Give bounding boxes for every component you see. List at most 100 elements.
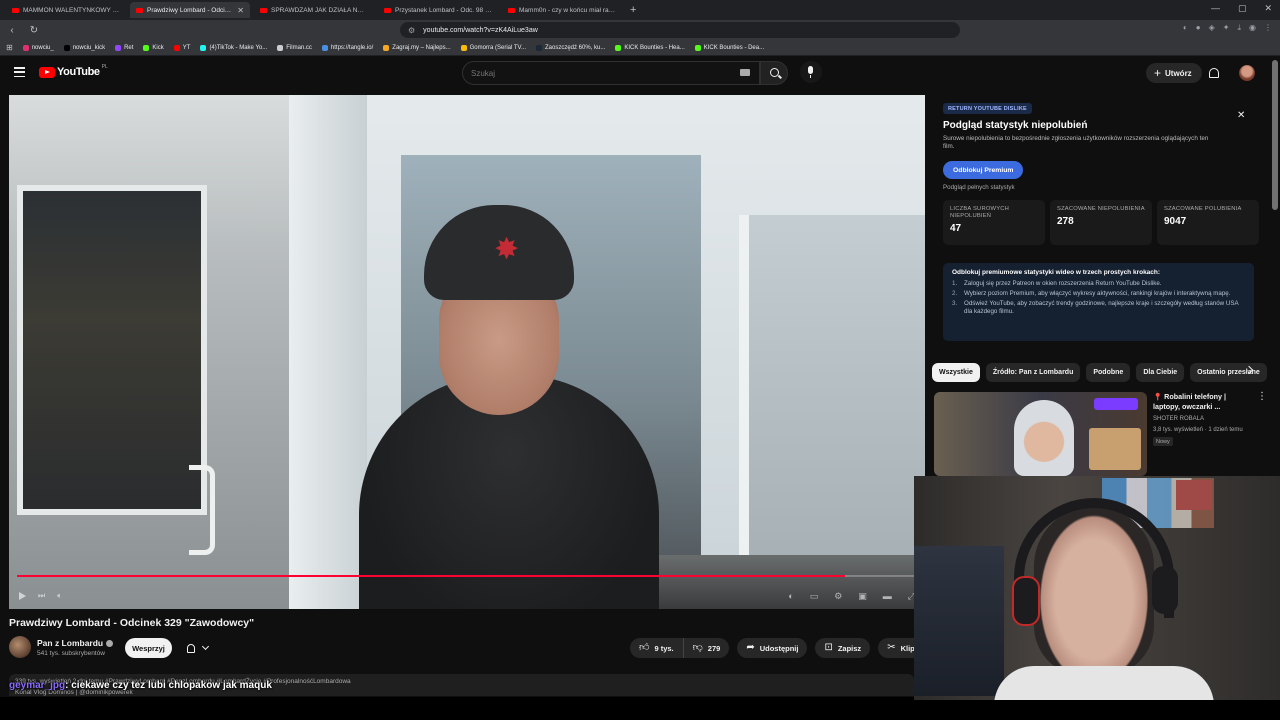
bookmark-item[interactable]: Gomorra (Serial TV...: [460, 44, 526, 51]
bookmark-item[interactable]: YT: [173, 44, 190, 51]
close-window-icon[interactable]: ✕: [1264, 3, 1272, 14]
bookmark-item[interactable]: Ret: [115, 44, 133, 51]
bookmark-item[interactable]: KICK Bounties - Dea...: [694, 44, 764, 51]
menu-icon[interactable]: [14, 67, 25, 77]
unlock-premium-button[interactable]: Odblokuj Premium: [943, 161, 1024, 179]
player-controls: ⏭ 🔈︎ ◐ ▭ ⚙ ▣ ▬ ⤢: [9, 583, 925, 609]
share-button[interactable]: ➦ Udostępnij: [737, 638, 808, 658]
bookmark-item[interactable]: Filman.cc: [277, 44, 312, 51]
download-icon[interactable]: ⤓: [1237, 23, 1241, 33]
headset-cup-right: [1152, 566, 1178, 614]
reload-icon[interactable]: ↻: [28, 25, 40, 36]
video-player[interactable]: ✸ ⏭ 🔈︎ ◐ ▭ ⚙ ▣ ▬ ⤢: [9, 95, 925, 609]
voice-search-button[interactable]: [800, 61, 822, 83]
bookmark-item[interactable]: nowciu_: [22, 44, 54, 51]
channel-avatar[interactable]: [9, 636, 31, 658]
extension-icon[interactable]: ●: [1196, 23, 1201, 33]
bookmark-item[interactable]: Kick: [143, 44, 164, 51]
profile-icon[interactable]: ◉: [1249, 23, 1256, 33]
extension-icon[interactable]: ◐: [1183, 23, 1188, 33]
bookmark-item[interactable]: nowciu_kick: [63, 44, 105, 51]
video-frame-door: [17, 185, 207, 515]
player-controls-right: ◐ ▭ ⚙ ▣ ▬ ⤢: [788, 591, 915, 602]
channel-name[interactable]: Pan z Lombardu: [37, 638, 114, 648]
subtitles-icon[interactable]: ▭: [810, 591, 819, 602]
search-button[interactable]: [760, 61, 788, 85]
next-icon[interactable]: ⏭: [38, 591, 45, 601]
search-box[interactable]: [462, 61, 760, 85]
settings-gear-icon[interactable]: ⚙: [834, 591, 842, 602]
new-tab-icon[interactable]: +: [630, 4, 636, 16]
volume-icon[interactable]: 🔈︎: [57, 591, 62, 601]
youtube-logo[interactable]: YouTube PL: [39, 64, 108, 78]
theater-mode-icon[interactable]: ▬: [883, 591, 892, 602]
autoplay-toggle-icon[interactable]: ◐: [788, 591, 793, 602]
browser-tabbar: MAMMON WALENTYNKOWY MIXTAPE Prawdziwy Lo…: [0, 0, 1280, 20]
account-avatar[interactable]: [1239, 65, 1255, 81]
recommendation-title[interactable]: 📍︎ Robalini telefony | laptopy, owczarki…: [1153, 392, 1253, 412]
create-button[interactable]: + Utwórz: [1146, 63, 1202, 83]
maximize-icon[interactable]: ▢: [1238, 3, 1247, 14]
chip-all[interactable]: Wszystkie: [932, 363, 980, 382]
youtube-favicon-icon: [508, 7, 515, 13]
chip-source[interactable]: Źródło: Pan z Lombardu: [985, 363, 1081, 382]
address-bar[interactable]: ⚙ youtube.com/watch?v=zK4AiLue3aw: [400, 22, 960, 38]
notification-settings-button[interactable]: [179, 638, 215, 658]
ryd-description: Surowe niepolubienia to bezpośrednie zgł…: [943, 135, 1209, 150]
stat-card: Liczba surowych niepolubień 47: [943, 200, 1045, 245]
play-icon[interactable]: [19, 592, 26, 600]
bookmark-item[interactable]: Zagraj.my – Najleps...: [383, 44, 451, 51]
dislike-button[interactable]: 👎︎ 279: [684, 638, 730, 658]
bookmark-favicon-icon: [200, 44, 207, 51]
ryd-title: Podgląd statystyk niepolubień: [943, 120, 1088, 131]
recommendation-meta: 3,8 tys. wyświetleń · 1 dzień temu: [1153, 427, 1243, 433]
bookmark-item[interactable]: Zaoszczędź 60%, ku...: [536, 44, 605, 51]
apps-grid-icon[interactable]: ⊞: [6, 43, 13, 52]
browser-tab[interactable]: Mamm0n - czy w końcu miał racje?: [502, 2, 622, 18]
save-button[interactable]: ⊡ Zapisz: [815, 638, 871, 658]
browser-tab[interactable]: SPRAWDZAM JAK DZIAŁA NAJSŁYNN: [254, 2, 374, 18]
chip-for-you[interactable]: Dla Ciebie: [1136, 363, 1185, 382]
search-input[interactable]: [471, 68, 721, 78]
extensions-puzzle-icon[interactable]: ✦: [1223, 23, 1230, 33]
thumbs-down-icon: 👎︎: [692, 642, 703, 653]
extension-icon[interactable]: ◈: [1209, 23, 1215, 33]
bookmark-favicon-icon: [694, 44, 701, 51]
back-icon[interactable]: ‹: [6, 25, 18, 36]
close-tab-icon[interactable]: ✕: [237, 6, 244, 15]
video-progress-bar[interactable]: [17, 575, 917, 577]
bookmark-item[interactable]: KICK Bounties - Hea...: [615, 44, 685, 51]
youtube-play-icon: [39, 66, 55, 78]
like-button[interactable]: 👍︎ 9 tys.: [630, 638, 684, 658]
chip-recent[interactable]: Ostatnio przesłane: [1190, 363, 1267, 382]
bookmark-item[interactable]: https://tangle.io/: [321, 44, 373, 51]
more-vertical-icon[interactable]: ⋮: [1257, 392, 1267, 402]
support-button[interactable]: Wesprzyj: [125, 638, 172, 658]
close-icon[interactable]: ✕: [1237, 110, 1245, 121]
browser-toolbar: ‹ ↻ ⚙ youtube.com/watch?v=zK4AiLue3aw ◐ …: [0, 20, 1280, 40]
stream-bottom-band: [0, 697, 1280, 720]
notifications-bell-icon[interactable]: [1209, 68, 1219, 78]
ryd-stats: Liczba surowych niepolubień 47 Szacowane…: [943, 200, 1259, 245]
headset-cup-left: [1012, 576, 1040, 626]
browser-tab[interactable]: Przystanek Lombard - Odc. 98 "Nowe: [378, 2, 498, 18]
bookmark-favicon-icon: [22, 44, 29, 51]
video-frame-handle: [189, 465, 215, 555]
search-icon: [770, 68, 779, 77]
site-info-icon[interactable]: ⚙: [408, 26, 415, 35]
browser-tab-active[interactable]: Prawdziwy Lombard - Odcinek ✕: [130, 2, 250, 18]
thumbnail-overlay: [1094, 398, 1138, 410]
menu-dots-icon[interactable]: ⋮: [1264, 23, 1272, 33]
minimize-icon[interactable]: —: [1211, 3, 1220, 14]
keyboard-icon[interactable]: [740, 69, 750, 76]
youtube-favicon-icon: [260, 7, 267, 13]
bookmark-item[interactable]: (4)TikTok - Make Yo...: [200, 44, 267, 51]
chip-similar[interactable]: Podobne: [1086, 363, 1131, 382]
page-scrollbar[interactable]: [1272, 60, 1278, 210]
recommendation-channel[interactable]: SHOTER ROBALA: [1153, 416, 1204, 422]
bookmark-favicon-icon: [115, 44, 122, 51]
recommendation-thumbnail[interactable]: [934, 392, 1147, 476]
video-frame-window-right: [739, 215, 925, 595]
browser-tab[interactable]: MAMMON WALENTYNKOWY MIXTAPE: [6, 2, 126, 18]
miniplayer-icon[interactable]: ▣: [858, 591, 867, 602]
